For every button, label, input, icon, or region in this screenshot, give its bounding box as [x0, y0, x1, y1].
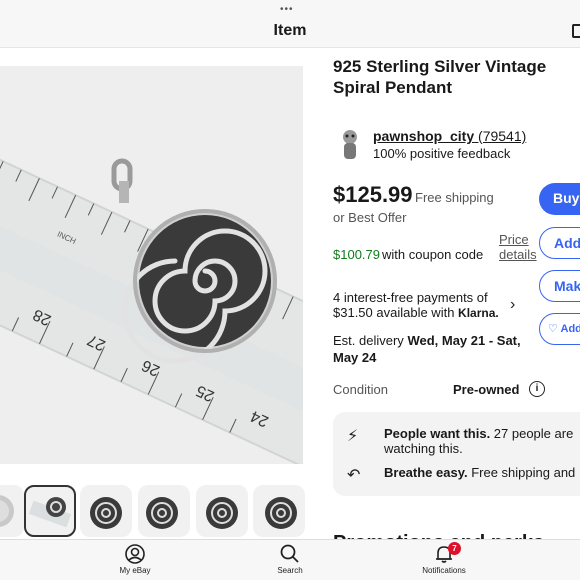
best-offer-text: or Best Offer	[333, 210, 407, 225]
klarna-logo: Klarna.	[458, 306, 499, 320]
return-icon: ↶	[347, 467, 361, 484]
promo-bold: Breathe easy.	[384, 465, 468, 480]
promo-text: Breathe easy. Free shipping and	[384, 465, 580, 480]
seller-feedback: 100% positive feedback	[373, 146, 511, 161]
thumbnail[interactable]	[138, 485, 190, 537]
product-photo: 24 25 26 27 28 29 INCH	[0, 66, 303, 464]
thumbnail[interactable]	[0, 485, 24, 537]
promo-text: People want this. 27 people are watching…	[384, 426, 580, 456]
search-icon	[280, 544, 299, 563]
nav-label: Search	[277, 566, 303, 575]
seller-name[interactable]: pawnshop_city	[373, 128, 474, 144]
nav-label: My eBay	[119, 566, 151, 575]
thumbnail[interactable]	[253, 485, 305, 537]
promo-bold: People want this.	[384, 426, 491, 441]
user-icon	[125, 544, 145, 564]
thumbnail-selected[interactable]	[24, 485, 76, 537]
chevron-right-icon[interactable]: ›	[510, 296, 515, 314]
nav-search[interactable]: Search	[250, 542, 330, 575]
thumbnail[interactable]	[196, 485, 248, 537]
thumbnail-strip	[0, 481, 320, 539]
promo-card: ⚡ People want this. 27 people are watchi…	[333, 412, 580, 496]
seller-feedback-count: (79541)	[478, 128, 527, 144]
share-icon[interactable]	[572, 24, 580, 38]
notification-badge: 7	[448, 542, 461, 555]
seller-avatar[interactable]	[335, 127, 365, 163]
item-title: 925 Sterling Silver Vintage Spiral Penda…	[333, 57, 547, 97]
delivery-label: Est. delivery	[333, 333, 404, 348]
bottom-nav: My eBay Search Notifications 7	[0, 539, 580, 580]
add-to-watchlist-button[interactable]: ♡ Add	[539, 313, 580, 345]
heart-icon: ♡	[548, 323, 561, 335]
product-image[interactable]: 24 25 26 27 28 29 INCH	[0, 66, 303, 464]
make-offer-button[interactable]: Mak	[539, 270, 580, 302]
seller-link[interactable]: pawnshop_city (79541)	[373, 128, 526, 144]
thumbnail[interactable]	[80, 485, 132, 537]
sheet-grabber[interactable]: •••	[280, 4, 294, 15]
info-icon[interactable]: i	[529, 381, 545, 397]
coupon-text: with coupon code	[382, 247, 484, 262]
page-title: Item	[273, 22, 307, 39]
lightning-icon: ⚡	[347, 428, 359, 445]
nav-notifications[interactable]: Notifications	[404, 542, 484, 575]
add-to-cart-button[interactable]: Add	[539, 227, 580, 259]
condition-value: Pre-owned	[453, 382, 520, 397]
delivery-estimate: Est. delivery Wed, May 21 - Sat, May 24	[333, 332, 533, 366]
watch-label: Add	[560, 323, 580, 335]
nav-label: Notifications	[422, 566, 466, 575]
price-details-link[interactable]: Price details	[499, 232, 539, 262]
installments-row[interactable]: 4 interest-free payments of $31.50 avail…	[333, 290, 513, 321]
buy-it-now-button[interactable]: Buy	[539, 183, 580, 215]
coupon-price: $100.79	[333, 247, 380, 262]
condition-label: Condition	[333, 382, 388, 397]
promo-detail: Free shipping and	[467, 465, 576, 480]
top-bar: ••• Item	[0, 0, 580, 48]
nav-my-ebay[interactable]: My eBay	[95, 542, 175, 575]
shipping-info: Free shipping	[415, 190, 494, 205]
item-price: $125.99	[333, 182, 413, 207]
